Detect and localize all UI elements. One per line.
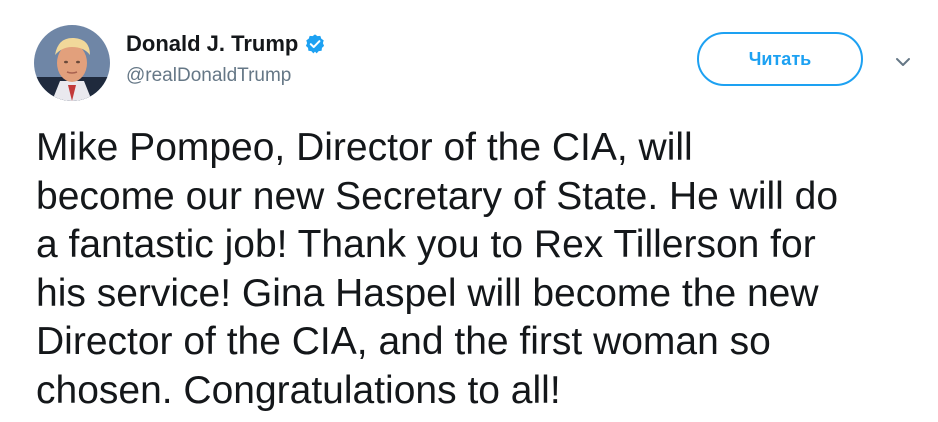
author-display-name[interactable]: Donald J. Trump [126, 28, 298, 60]
author-block: Donald J. Trump @realDonaldTrump [126, 28, 326, 89]
author-name-row[interactable]: Donald J. Trump [126, 28, 326, 60]
follow-button[interactable]: Читать [697, 32, 863, 86]
more-options-button[interactable] [888, 50, 918, 74]
chevron-down-icon [896, 58, 910, 66]
avatar-image [34, 25, 110, 101]
tweet-text: Mike Pompeo, Director of the CIA, will b… [36, 126, 839, 412]
verified-badge-icon [304, 33, 326, 55]
avatar[interactable] [34, 25, 110, 101]
tweet-card: Donald J. Trump @realDonaldTrump Читать … [0, 0, 938, 422]
author-handle[interactable]: @realDonaldTrump [126, 63, 326, 89]
